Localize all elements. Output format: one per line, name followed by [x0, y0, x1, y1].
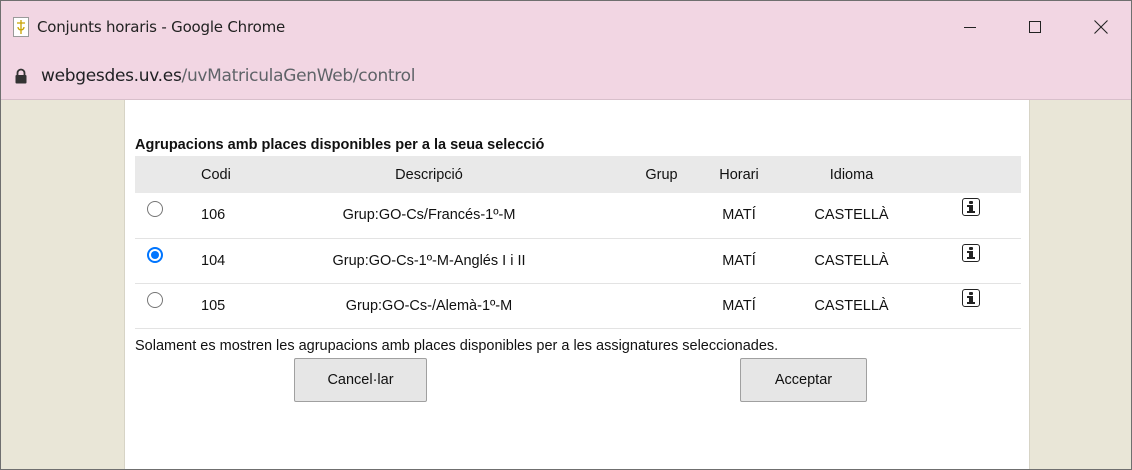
maximize-icon	[1029, 21, 1041, 33]
info-icon[interactable]	[962, 288, 980, 307]
header-select	[135, 156, 175, 193]
lock-icon	[15, 68, 27, 84]
minimize-button[interactable]	[947, 11, 993, 43]
browser-window: Conjunts horaris - Google Chrome webgesd…	[0, 0, 1132, 470]
content-panel: Agrupacions amb places disponibles per a…	[124, 100, 1030, 469]
header-idioma: Idioma	[829, 166, 874, 183]
page-heading: Agrupacions amb places disponibles per a…	[135, 137, 545, 153]
url-host: webgesdes.uv.es	[41, 66, 182, 86]
cell-grup	[619, 238, 704, 283]
header-grup: Grup	[645, 166, 678, 183]
select-radio[interactable]	[147, 201, 163, 218]
title-bar: Conjunts horaris - Google Chrome	[1, 1, 1131, 54]
url-path: /uvMatriculaGenWeb/control	[181, 66, 416, 86]
cell-horari: MATÍ	[722, 252, 756, 269]
header-codi: Codi	[201, 166, 231, 183]
address-bar[interactable]: webgesdes.uv.es/uvMatriculaGenWeb/contro…	[1, 54, 1131, 100]
cell-descripcio: Grup:GO-Cs-/Alemà-1º-M	[345, 297, 513, 314]
cell-idioma: CASTELLÀ	[814, 297, 889, 314]
url-text[interactable]: webgesdes.uv.es/uvMatriculaGenWeb/contro…	[41, 66, 415, 86]
table-row[interactable]: 106 Grup:GO-Cs/Francés-1º-M MATÍ CASTELL…	[135, 193, 1021, 238]
cell-grup	[619, 193, 704, 238]
cell-idioma: CASTELLÀ	[814, 207, 889, 224]
table-row[interactable]: 105 Grup:GO-Cs-/Alemà-1º-M MATÍ CASTELLÀ	[135, 283, 1021, 328]
cancel-button[interactable]: Cancel·lar	[294, 358, 427, 402]
app-icon	[13, 17, 29, 37]
availability-note: Solament es mostren les agrupacions amb …	[135, 337, 779, 354]
table-row[interactable]: 104 Grup:GO-Cs-1º-M-Anglés I i II MATÍ C…	[135, 238, 1021, 283]
select-radio[interactable]	[147, 291, 163, 308]
window-title: Conjunts horaris - Google Chrome	[37, 18, 286, 36]
maximize-button[interactable]	[1012, 11, 1058, 43]
info-icon[interactable]	[962, 243, 980, 262]
header-horari: Horari	[719, 166, 759, 183]
cell-codi: 104	[201, 252, 226, 269]
cell-codi: 106	[201, 207, 226, 224]
cell-horari: MATÍ	[722, 207, 756, 224]
header-descripcio: Descripció	[395, 166, 463, 183]
cell-codi: 105	[201, 297, 226, 314]
cell-grup	[619, 283, 704, 328]
action-bar: Cancel·lar Acceptar	[135, 358, 1021, 404]
close-icon	[1094, 20, 1108, 34]
cell-idioma: CASTELLÀ	[814, 252, 889, 269]
close-button[interactable]	[1078, 11, 1124, 43]
page-content: Agrupacions amb places disponibles per a…	[1, 100, 1131, 469]
info-icon[interactable]	[962, 198, 980, 217]
accept-button[interactable]: Acceptar	[740, 358, 867, 402]
panel-inner: Agrupacions amb places disponibles per a…	[135, 135, 1021, 354]
cell-descripcio: Grup:GO-Cs/Francés-1º-M	[342, 207, 516, 224]
table-header-row: Codi Descripció Grup Horari Idioma	[135, 156, 1021, 193]
groups-table: Codi Descripció Grup Horari Idioma 106 G…	[135, 156, 1021, 329]
cell-horari: MATÍ	[722, 297, 756, 314]
header-info	[929, 156, 1021, 193]
select-radio[interactable]	[147, 246, 163, 263]
cell-descripcio: Grup:GO-Cs-1º-M-Anglés I i II	[332, 252, 526, 269]
minimize-icon	[964, 27, 976, 28]
